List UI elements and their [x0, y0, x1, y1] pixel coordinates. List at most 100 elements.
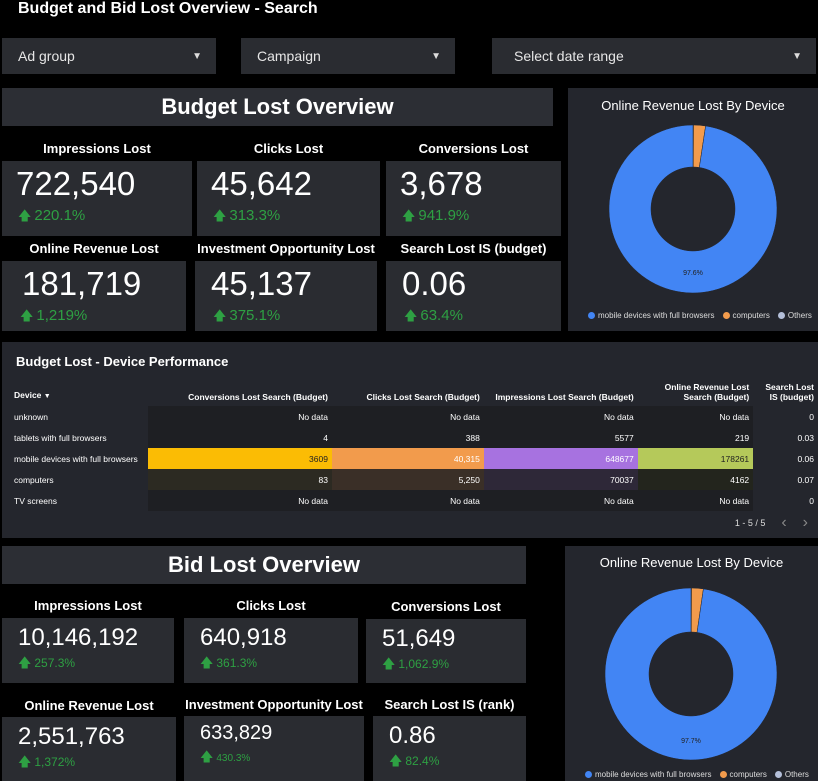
kpi-investment-opportunity-lost: 45,137 🡅 375.1%: [195, 261, 377, 331]
chevron-down-icon: ▼: [431, 50, 441, 62]
kpi-delta-value: 375.1%: [229, 307, 281, 324]
kpi-delta: 🡅 220.1%: [18, 207, 85, 229]
kpi-delta-value: 430.3%: [216, 753, 251, 764]
arrow-up-icon: 🡅: [389, 753, 403, 768]
kpi-delta: 🡅 257.3%: [18, 654, 75, 676]
kpi-delta-value: 313.3%: [229, 207, 281, 224]
cell: 5577: [483, 427, 638, 448]
cell: 83: [147, 469, 332, 490]
legend-label: mobile devices with full browsers: [598, 311, 715, 320]
cell: 388: [331, 427, 484, 448]
kpi-online-revenue-lost: 2,551,763 🡅 1,372%: [2, 717, 176, 781]
column-header[interactable]: Conversions Lost Search (Budget): [148, 376, 332, 406]
kpi-delta-value: 257.3%: [34, 656, 76, 670]
table-row: TV screens No data No data No data No da…: [10, 490, 818, 511]
cell: 40,315: [331, 448, 484, 469]
bid-donut-panel: Online Revenue Lost By Device 97.7% mobi…: [565, 546, 818, 781]
kpi-label: Conversions Lost: [418, 141, 529, 156]
column-header-label: Device: [14, 390, 42, 400]
table-pager: 1 - 5 / 5 ‹ ›: [735, 514, 808, 532]
kpi-value: 633,829: [200, 722, 273, 744]
legend-dot: [777, 312, 785, 320]
kpi-label: Conversions Lost: [391, 599, 501, 614]
column-header-device[interactable]: Device ▼: [10, 376, 148, 406]
donut-slices: [609, 125, 777, 293]
cell-device: mobile devices with full browsers: [14, 453, 138, 464]
table-title: Budget Lost - Device Performance: [16, 354, 229, 369]
arrow-up-icon: 🡅: [382, 656, 396, 671]
kpi-value: 722,540: [16, 165, 136, 202]
cell: No data: [483, 406, 638, 427]
kpi-label: Impressions Lost: [43, 141, 151, 156]
pager-label: 1 - 5 / 5: [734, 518, 766, 528]
kpi-value: 51,649: [382, 625, 456, 652]
column-header[interactable]: Impressions Lost Search (Budget): [484, 376, 638, 406]
chevron-right-icon[interactable]: ›: [803, 514, 808, 532]
campaign-filter[interactable]: Campaign ▼: [241, 38, 455, 74]
table-row: unknown No data No data No data No data …: [10, 406, 818, 427]
arrow-up-icon: 🡅: [20, 308, 34, 323]
column-header[interactable]: Clicks Lost Search (Budget): [332, 376, 484, 406]
cell: No data: [637, 490, 754, 511]
cell: 3609: [147, 448, 332, 469]
ad-group-filter[interactable]: Ad group ▼: [2, 38, 216, 74]
cell: No data: [637, 406, 754, 427]
kpi-delta-value: 1,219%: [36, 307, 88, 324]
kpi-label: Clicks Lost: [253, 141, 324, 156]
legend-item: computers: [719, 770, 767, 779]
cell-device: tablets with full browsers: [14, 432, 107, 443]
kpi-delta: 🡅 63.4%: [404, 307, 463, 329]
kpi-online-revenue-lost: 181,719 🡅 1,219%: [2, 261, 186, 331]
arrow-up-icon: 🡅: [404, 308, 418, 323]
legend-item: mobile devices with full browsers: [585, 770, 712, 779]
kpi-delta: 🡅 941.9%: [402, 207, 469, 229]
kpi-conversions-lost: 51,649 🡅 1,062.9%: [366, 619, 526, 683]
donut-slice-mobile-devices-with-full-browsers[interactable]: [609, 125, 777, 293]
arrow-up-icon: 🡅: [18, 208, 32, 223]
kpi-delta-value: 63.4%: [420, 307, 463, 324]
cell: No data: [483, 490, 638, 511]
kpi-investment-opportunity-lost: 633,829 🡅 430.3%: [184, 716, 364, 781]
column-header[interactable]: Online Revenue Lost Search (Budget): [638, 376, 753, 406]
kpi-value: 45,137: [211, 265, 312, 302]
kpi-label: Investment Opportunity Lost: [197, 241, 375, 256]
legend-label: Others: [784, 770, 809, 779]
kpi-delta-value: 941.9%: [418, 207, 470, 224]
kpi-label: Impressions Lost: [34, 598, 142, 613]
legend-dot: [719, 771, 727, 779]
chevron-down-icon: ▼: [192, 50, 202, 62]
legend-dot: [588, 312, 595, 320]
donut-center-label: 97.7%: [681, 738, 701, 745]
table-row: mobile devices with full browsers 3609 4…: [10, 448, 818, 469]
donut-title: Online Revenue Lost By Device: [601, 98, 785, 113]
cell: 178261: [637, 448, 754, 469]
budget-section-title: Budget Lost Overview: [2, 88, 553, 126]
kpi-conversions-lost: 3,678 🡅 941.9%: [386, 161, 561, 236]
date-range-filter[interactable]: Select date range ▼: [492, 38, 816, 74]
kpi-impressions-lost: 10,146,192 🡅 257.3%: [2, 618, 174, 683]
cell: 5,250: [331, 469, 484, 490]
cell: No data: [147, 490, 332, 511]
budget-donut-chart: 97.6%: [609, 125, 777, 293]
cell: 219: [637, 427, 754, 448]
arrow-up-icon: 🡅: [213, 208, 227, 223]
kpi-delta-value: 1,062.9%: [398, 657, 450, 671]
page-title: Budget and Bid Lost Overview - Search: [18, 0, 318, 17]
campaign-filter-label: Campaign: [257, 48, 321, 64]
arrow-up-icon: 🡅: [200, 655, 214, 670]
date-range-filter-label: Select date range: [514, 48, 624, 64]
donut-legend: mobile devices with full browsers comput…: [585, 770, 809, 779]
cell-device: unknown: [14, 411, 49, 422]
cell: 0: [809, 411, 814, 422]
table-row: tablets with full browsers 4 388 5577 21…: [10, 427, 818, 448]
ad-group-filter-label: Ad group: [18, 48, 75, 64]
kpi-clicks-lost: 45,642 🡅 313.3%: [197, 161, 380, 236]
donut-slice-mobile-devices-with-full-browsers[interactable]: [605, 587, 777, 761]
chevron-left-icon[interactable]: ‹: [781, 514, 786, 532]
kpi-delta-value: 361.3%: [216, 656, 258, 670]
cell: No data: [331, 406, 484, 427]
cell: No data: [331, 490, 484, 511]
kpi-search-lost-is-budget: 0.06 🡅 63.4%: [386, 261, 561, 331]
budget-donut-panel: Online Revenue Lost By Device 97.6% mobi…: [568, 88, 818, 331]
column-header[interactable]: Search Lost IS (budget): [753, 376, 818, 406]
